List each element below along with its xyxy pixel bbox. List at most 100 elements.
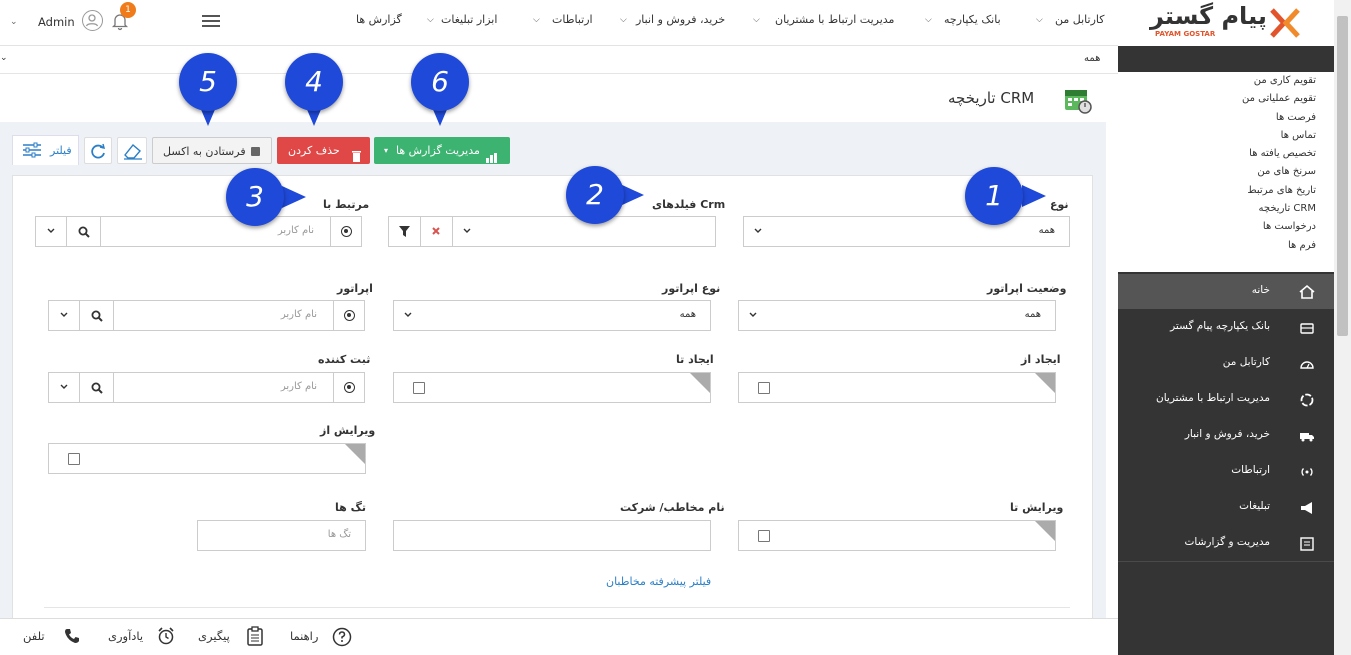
nav-my-cartable[interactable]: کارتابل من: [1055, 13, 1104, 26]
user-name[interactable]: Admin: [38, 15, 75, 29]
tags-input[interactable]: تگ ها: [197, 520, 366, 551]
edited-from-date-input[interactable]: [48, 443, 366, 474]
operator-type-label: نوع اپراتور: [662, 282, 721, 295]
breadcrumb-item[interactable]: همه: [1084, 53, 1100, 64]
page-title: تاریخچه CRM: [948, 89, 1035, 107]
dropdown-caret-icon: ▾: [384, 146, 389, 155]
delete-label: حذف کردن: [288, 144, 340, 157]
calendar-icon[interactable]: [758, 530, 770, 542]
related-to-radio-button[interactable]: [330, 216, 362, 247]
breadcrumb-chevron-icon[interactable]: ⌄: [0, 53, 8, 63]
operator-radio-button[interactable]: [333, 300, 365, 331]
avatar-icon[interactable]: [82, 10, 103, 31]
type-select[interactable]: همه: [743, 216, 1070, 247]
quick-link[interactable]: سرنخ های من: [1118, 163, 1334, 181]
operator-type-select[interactable]: همه: [393, 300, 711, 331]
sidebar-item-label: مدیریت ارتباط با مشتریان: [1156, 392, 1270, 404]
quick-link[interactable]: تاریخ های مرتبط: [1118, 182, 1334, 200]
chevron-down-icon: [59, 310, 69, 320]
sliders-icon: [22, 142, 42, 161]
phone-icon[interactable]: [63, 627, 81, 648]
radio-icon: [344, 310, 355, 321]
related-to-search-button[interactable]: [66, 216, 101, 247]
date-corner-marker: [1035, 521, 1055, 541]
help-icon[interactable]: [332, 627, 352, 650]
nav-integrated-bank[interactable]: بانک یکپارچه: [944, 13, 1001, 26]
quick-links: تقویم کاری من تقویم عملیاتی من فرصت ها ت…: [1118, 72, 1334, 272]
nav-ad-tools[interactable]: ابزار تبلیغات: [441, 13, 497, 26]
quick-link[interactable]: تقویم کاری من: [1118, 72, 1334, 90]
sidebar-item-management-reports[interactable]: مدیریت و گزارشات: [1118, 526, 1334, 561]
nav-chevron-icon: ⌵: [1036, 15, 1043, 25]
operator-search-button[interactable]: [79, 300, 114, 331]
user-menu-chevron-icon[interactable]: ⌄: [10, 17, 18, 27]
calendar-icon[interactable]: [413, 382, 425, 394]
sidebar-item-communications[interactable]: ارتباطات: [1118, 454, 1334, 489]
alarm-clock-icon[interactable]: [156, 626, 176, 649]
operator-dropdown-button[interactable]: [48, 300, 80, 331]
refresh-button[interactable]: [84, 137, 112, 164]
sidebar-item-advertising[interactable]: تبلیغات: [1118, 490, 1334, 525]
quick-link[interactable]: فرصت ها: [1118, 109, 1334, 127]
created-from-date-input[interactable]: [738, 372, 1056, 403]
calendar-history-icon: [1064, 86, 1092, 117]
filter-tab[interactable]: فیلتر: [12, 135, 79, 165]
nav-reports[interactable]: گزارش ها: [356, 13, 402, 26]
export-excel-label: فرستادن به اکسل: [163, 145, 246, 158]
clear-filter-button[interactable]: [117, 137, 147, 164]
clipboard-icon[interactable]: [246, 626, 264, 649]
calendar-icon[interactable]: [758, 382, 770, 394]
sidebar-item-crm[interactable]: مدیریت ارتباط با مشتریان: [1118, 382, 1334, 417]
quick-link[interactable]: تخصیص یافته ها: [1118, 145, 1334, 163]
callout-1: 1: [965, 167, 1023, 225]
callout-4: 4: [285, 53, 343, 111]
quick-link[interactable]: تاریخچه CRM: [1118, 200, 1334, 218]
creator-dropdown-button[interactable]: [48, 372, 80, 403]
footer-reminder-label[interactable]: یادآوری: [108, 629, 143, 643]
quick-link[interactable]: تماس ها: [1118, 127, 1334, 145]
sidebar-item-sales-inventory[interactable]: خرید، فروش و انبار: [1118, 418, 1334, 453]
date-corner-marker: [345, 444, 365, 464]
calendar-icon[interactable]: [68, 453, 80, 465]
logo-text[interactable]: پیام گستر: [1150, 2, 1267, 30]
creator-search-button[interactable]: [79, 372, 114, 403]
quick-link[interactable]: فرم ها: [1118, 237, 1334, 255]
nav-chevron-icon: ⌵: [753, 15, 760, 25]
sidebar-item-my-cartable[interactable]: کارتابل من: [1118, 346, 1334, 381]
clear-crm-fields-button[interactable]: [420, 216, 453, 247]
footer-followup-label[interactable]: پیگیری: [198, 629, 230, 643]
export-excel-button[interactable]: فرستادن به اکسل: [152, 137, 272, 164]
edited-from-label: ویرایش از: [320, 424, 376, 437]
panel-divider: [44, 607, 1070, 608]
tags-label: تگ ها: [335, 501, 366, 514]
advanced-filter-link[interactable]: فیلتر پیشرفته مخاطبان: [606, 575, 711, 588]
hamburger-menu-icon[interactable]: [202, 14, 220, 31]
nav-communications[interactable]: ارتباطات: [552, 13, 593, 26]
nav-sales-inventory[interactable]: خرید، فروش و انبار: [636, 13, 725, 26]
quick-link[interactable]: تقویم عملیاتی من: [1118, 90, 1334, 108]
footer-phone-label[interactable]: تلفن: [23, 629, 45, 643]
footer-guide-label[interactable]: راهنما: [290, 629, 318, 643]
creator-input[interactable]: نام کاربر: [113, 372, 334, 403]
crm-fields-filter-button[interactable]: [388, 216, 421, 247]
operator-status-select[interactable]: همه: [738, 300, 1056, 331]
sidebar-item-home[interactable]: خانه: [1118, 274, 1334, 309]
related-to-dropdown-button[interactable]: [35, 216, 67, 247]
report-management-button[interactable]: ▾ مدیریت گزارش ها: [374, 137, 510, 164]
operator-status-value: همه: [1024, 309, 1041, 320]
callout-pointer: [282, 186, 306, 208]
scrollbar-thumb[interactable]: [1337, 16, 1348, 336]
contact-company-input[interactable]: [393, 520, 711, 551]
created-to-date-input[interactable]: [393, 372, 711, 403]
edited-to-date-input[interactable]: [738, 520, 1056, 551]
notification-badge: 1: [120, 2, 136, 18]
report-icon: [1298, 535, 1316, 553]
quick-link[interactable]: درخواست ها: [1118, 218, 1334, 236]
operator-input[interactable]: نام کاربر: [113, 300, 334, 331]
related-to-input[interactable]: نام کاربر: [100, 216, 331, 247]
creator-radio-button[interactable]: [333, 372, 365, 403]
nav-crm[interactable]: مدیریت ارتباط با مشتریان: [775, 13, 894, 26]
delete-button[interactable]: حذف کردن: [277, 137, 370, 164]
funnel-icon: [399, 226, 410, 240]
sidebar-item-integrated-bank[interactable]: بانک یکپارچه پیام گستر: [1118, 310, 1334, 345]
